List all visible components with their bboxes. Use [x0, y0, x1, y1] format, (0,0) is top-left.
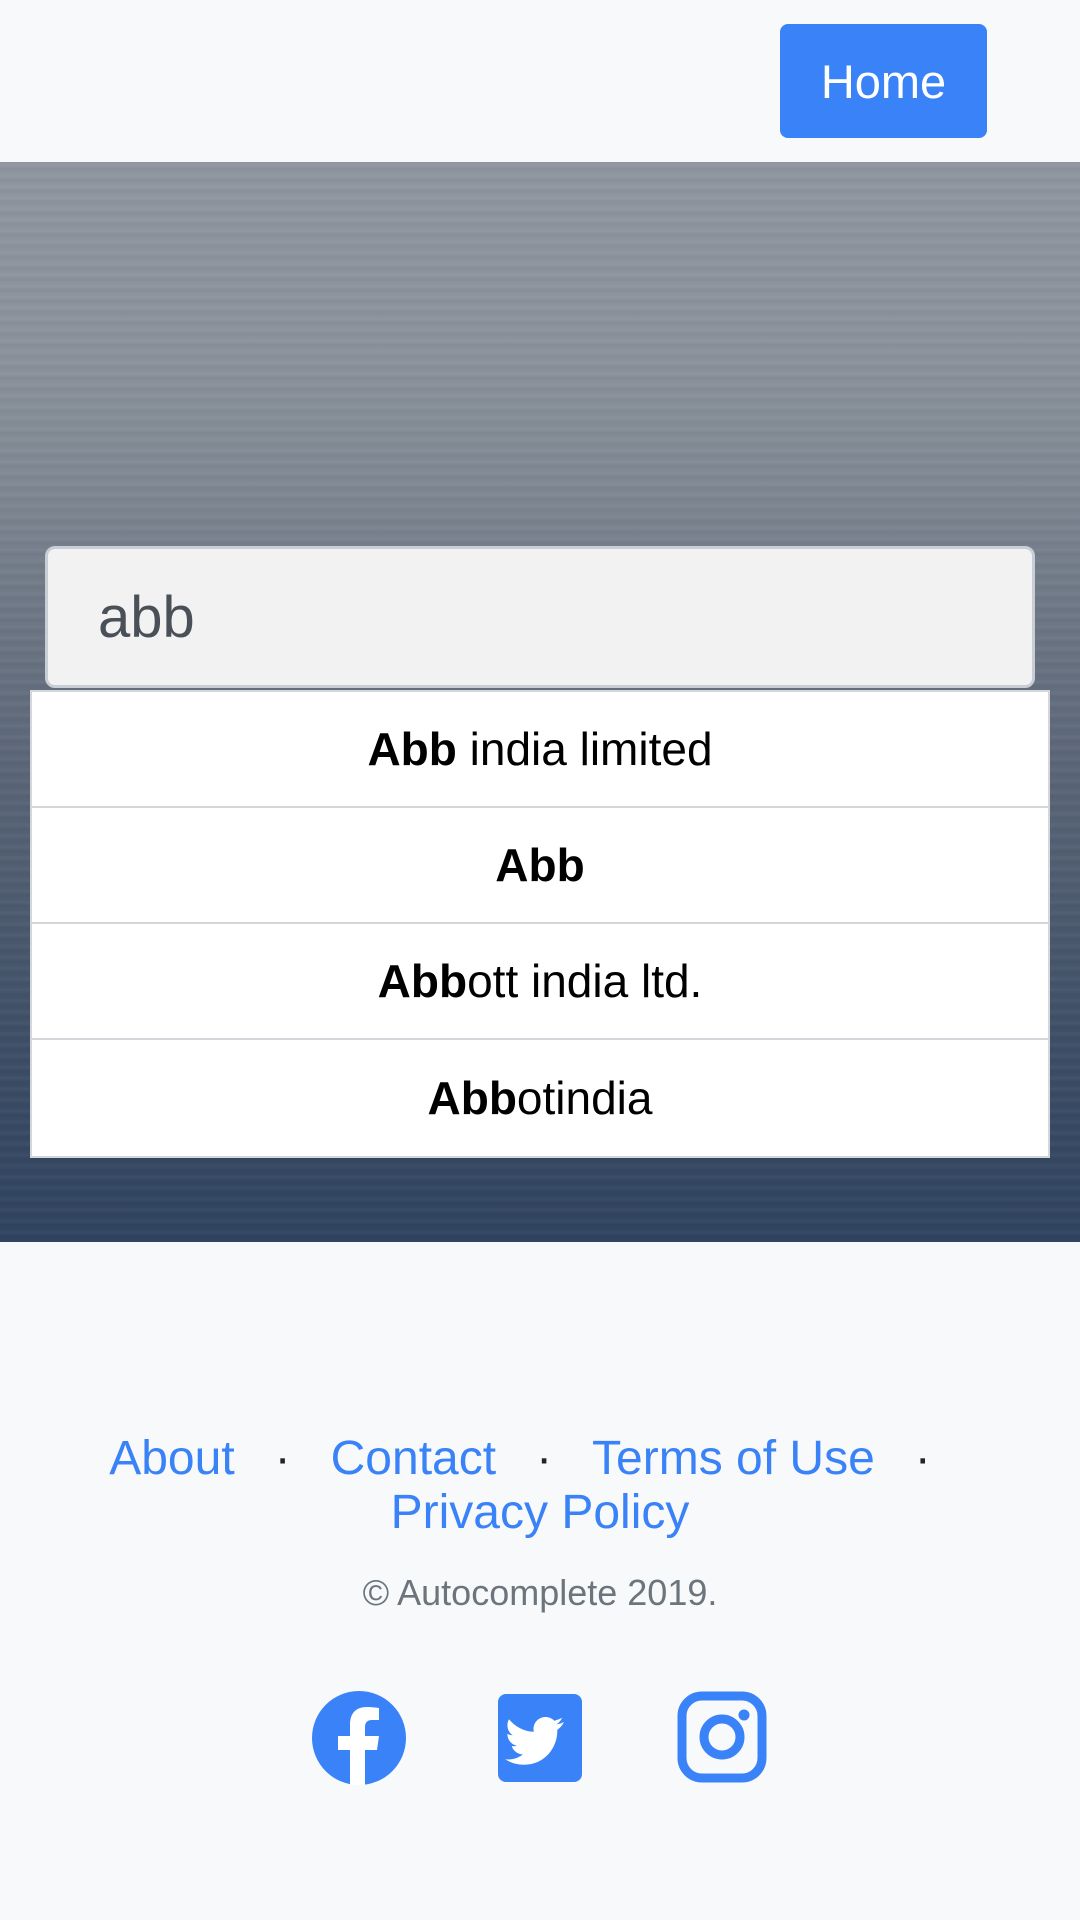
- suggestion-item[interactable]: Abb ott india ltd.: [32, 924, 1048, 1040]
- navbar: Home: [0, 0, 1080, 162]
- suggestion-rest: india limited: [456, 723, 713, 775]
- copyright-text: © Autocomplete 2019.: [362, 1572, 718, 1613]
- autocomplete-suggestions: Abb india limited Abb Abb ott india ltd. …: [30, 690, 1050, 1158]
- footer-links: About · Contact · Terms of Use · Privacy Poli…: [0, 1432, 1080, 1540]
- home-button[interactable]: Home: [780, 24, 987, 138]
- suggestion-item[interactable]: Abb: [32, 808, 1048, 924]
- suggestion-match: Abb: [377, 955, 468, 1007]
- suggestion-match: Abb: [367, 723, 457, 775]
- separator-dot: ·: [274, 1432, 291, 1485]
- suggestion-item[interactable]: Abb india limited: [32, 692, 1048, 808]
- terms-of-use-link[interactable]: Terms of Use: [592, 1432, 875, 1485]
- facebook-icon[interactable]: [309, 1688, 409, 1788]
- about-link[interactable]: About: [109, 1432, 234, 1485]
- privacy-policy-link[interactable]: Privacy Policy: [391, 1486, 690, 1539]
- suggestion-rest: otindia: [516, 1072, 653, 1124]
- suggestion-match: Abb: [495, 839, 585, 891]
- separator-dot: ·: [536, 1432, 553, 1485]
- suggestion-item[interactable]: Abb otindia: [32, 1040, 1048, 1156]
- twitter-icon[interactable]: [490, 1688, 590, 1788]
- instagram-icon[interactable]: [672, 1688, 772, 1788]
- suggestion-match: Abb: [427, 1072, 517, 1124]
- search-input[interactable]: [45, 546, 1035, 688]
- separator-dot: ·: [914, 1432, 931, 1485]
- suggestion-rest: ott india ltd.: [467, 955, 703, 1007]
- contact-link[interactable]: Contact: [331, 1432, 496, 1485]
